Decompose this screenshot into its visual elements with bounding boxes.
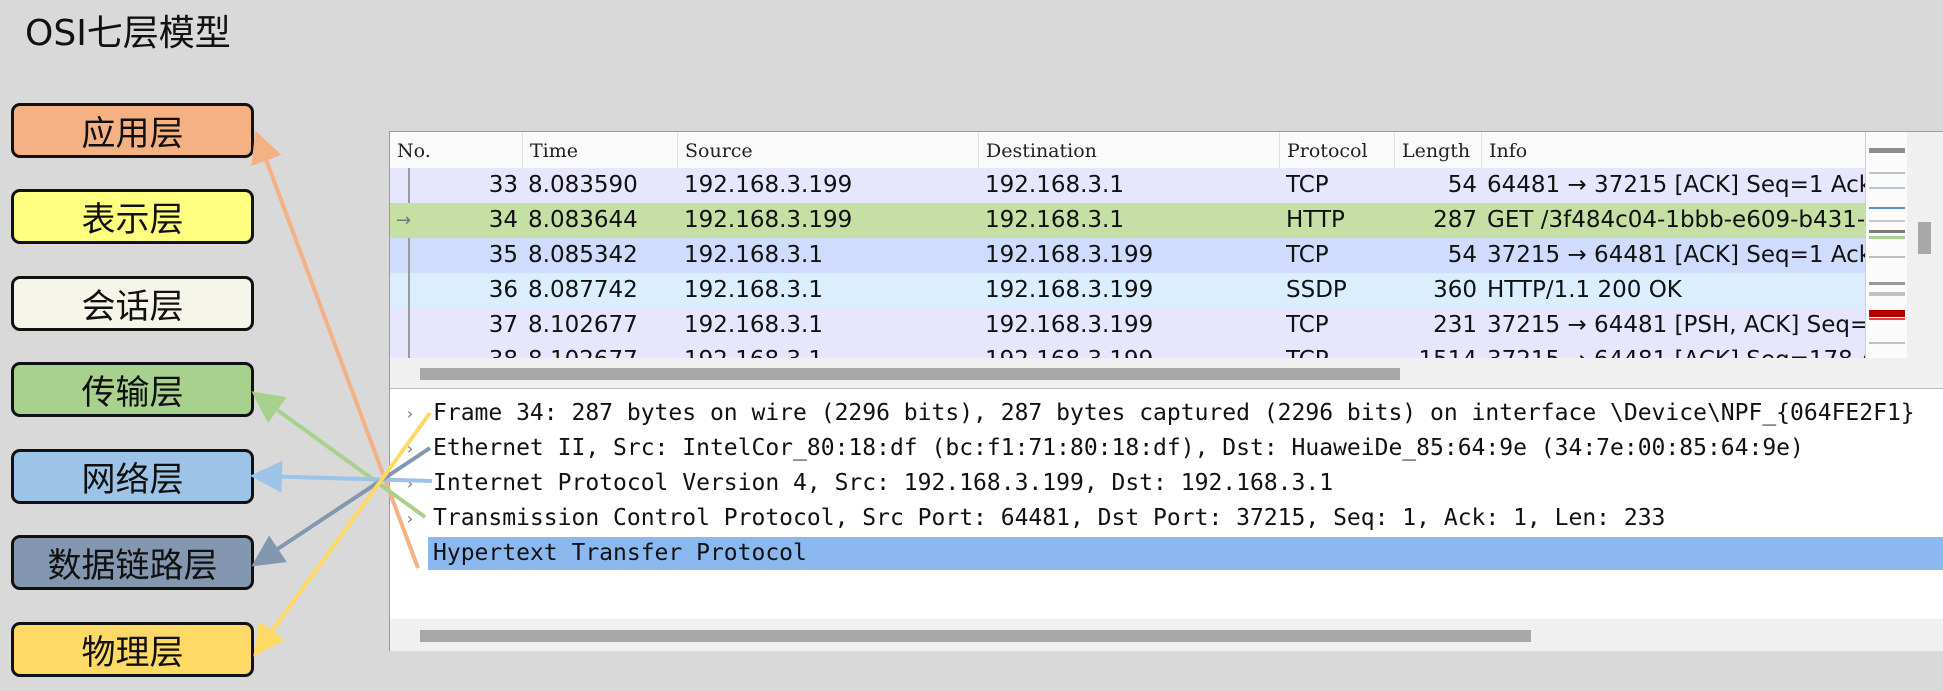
chevron-right-icon[interactable]: › [405, 432, 417, 465]
packet-length: 1514 [1395, 343, 1477, 358]
packet-source: 192.168.3.199 [684, 207, 853, 233]
packet-protocol: TCP [1286, 343, 1395, 358]
packet-no: 37 [488, 312, 518, 338]
detail-tree-item[interactable]: › Ethernet II, Src: IntelCor_80:18:df (bc… [390, 432, 1943, 465]
packet-row[interactable]: 33 8.083590 192.168.3.199 192.168.3.1 TCP 54 6… [390, 168, 1865, 203]
packet-no: 34 [488, 207, 518, 233]
packet-details: › Frame 34: 287 bytes on wire (2296 bits)… [390, 395, 1943, 615]
packet-no: 33 [488, 172, 518, 198]
packet-time: 8.083644 [528, 207, 638, 233]
packet-info: 64481 → 37215 [ACK] Seq=1 Ack=1 Win= [1487, 172, 1865, 198]
packet-length: 231 [1433, 312, 1477, 338]
packet-protocol: HTTP [1286, 207, 1345, 233]
packet-time: 8.102677 [528, 343, 678, 358]
packet-info: GET /3f484c04-1bbb-e609-b431-26cb5d [1487, 207, 1865, 233]
packet-row[interactable]: 37 8.102677 192.168.3.1 192.168.3.199 TCP 231… [390, 308, 1865, 343]
packet-length: 54 [1447, 172, 1477, 198]
osi-layer-5: 网络层 [11, 449, 254, 504]
page-title: OSI七层模型 [25, 13, 231, 54]
packet-info: 37215 → 64481 [ACK] Seq=178 Ack=234 [1487, 343, 1865, 358]
packet-row[interactable]: 35 8.085342 192.168.3.1 192.168.3.199 TCP 54 3… [390, 238, 1865, 273]
detail-tree-item[interactable]: › Internet Protocol Version 4, Src: 192.1… [390, 467, 1943, 500]
packet-info: HTTP/1.1 200 OK [1487, 277, 1682, 303]
wireshark-panel: No. Time Source Destination Protocol Len… [389, 131, 1943, 651]
packet-list: No. Time Source Destination Protocol Len… [390, 132, 1865, 358]
osi-layer-6: 数据链路层 [11, 535, 254, 590]
packet-destination: 192.168.3.199 [985, 312, 1154, 338]
packet-destination: 192.168.3.1 [985, 207, 1124, 233]
osi-layer-4: 传输层 [11, 362, 254, 417]
packet-list-header: No. Time Source Destination Protocol Len… [390, 132, 1865, 169]
packet-destination: 192.168.3.1 [985, 172, 1124, 198]
details-scroll-thumb[interactable] [420, 630, 1531, 642]
column-header-time[interactable]: Time [523, 132, 678, 168]
packet-time: 8.085342 [528, 242, 638, 268]
vertical-scroll-thumb[interactable] [1918, 222, 1931, 254]
packet-no: 38 [390, 343, 518, 358]
chevron-right-icon[interactable]: › [405, 467, 417, 500]
packet-source: 192.168.3.199 [684, 172, 853, 198]
packet-destination: 192.168.3.199 [985, 277, 1154, 303]
packet-source: 192.168.3.1 [684, 312, 823, 338]
column-header-source[interactable]: Source [678, 132, 979, 168]
packet-info: 37215 → 64481 [ACK] Seq=1 Ack=234 W [1487, 242, 1865, 268]
detail-text: Transmission Control Protocol, Src Port:… [433, 505, 1666, 531]
packet-protocol: SSDP [1286, 277, 1347, 303]
packet-protocol: TCP [1286, 172, 1329, 198]
osi-layer-7: 物理层 [11, 622, 254, 677]
detail-tree-item[interactable]: › Frame 34: 287 bytes on wire (2296 bits)… [390, 397, 1943, 430]
column-header-no[interactable]: No. [390, 132, 523, 168]
chevron-right-icon[interactable]: › [405, 397, 417, 430]
chevron-right-icon[interactable]: › [405, 502, 417, 535]
packet-minimap[interactable] [1865, 132, 1908, 358]
packet-time: 8.102677 [528, 312, 638, 338]
osi-layer-2: 表示层 [11, 189, 254, 244]
detail-tree-item[interactable]: › Transmission Control Protocol, Src Port… [390, 502, 1943, 535]
packet-protocol: TCP [1286, 242, 1329, 268]
packet-list-horizontal-scrollbar[interactable] [390, 358, 1943, 389]
packet-row[interactable]: 36 8.087742 192.168.3.1 192.168.3.199 SSDP 36… [390, 273, 1865, 308]
horizontal-scroll-thumb[interactable] [420, 368, 1400, 380]
packet-length: 287 [1433, 207, 1477, 233]
packet-info: 37215 → 64481 [PSH, ACK] Seq=1 Ack= [1487, 312, 1865, 338]
detail-text: Frame 34: 287 bytes on wire (2296 bits),… [433, 400, 1915, 426]
column-header-length[interactable]: Length [1395, 132, 1482, 168]
packet-no: 35 [488, 242, 518, 268]
packet-details-horizontal-scrollbar[interactable] [390, 619, 1943, 651]
detail-tree-item[interactable]: Hypertext Transfer Protocol [428, 537, 1943, 570]
column-header-info[interactable]: Info [1482, 132, 1865, 168]
packet-length: 54 [1447, 242, 1477, 268]
packet-no: 36 [488, 277, 518, 303]
osi-layer-3: 会话层 [11, 276, 254, 331]
detail-text: Ethernet II, Src: IntelCor_80:18:df (bc:… [433, 435, 1804, 461]
detail-text: Internet Protocol Version 4, Src: 192.16… [433, 470, 1334, 496]
packet-row[interactable]: → 34 8.083644 192.168.3.199 192.168.3.1 HTTP 2… [390, 203, 1865, 238]
osi-layer-1: 应用层 [11, 103, 254, 158]
packet-destination: 192.168.3.199 [985, 242, 1154, 268]
packet-source: 192.168.3.1 [684, 277, 823, 303]
packet-source: 192.168.3.1 [684, 343, 979, 358]
packet-list-vertical-scrollbar[interactable] [1907, 132, 1943, 358]
packet-length: 360 [1433, 277, 1477, 303]
packet-time: 8.087742 [528, 277, 638, 303]
packet-protocol: TCP [1286, 312, 1329, 338]
column-header-protocol[interactable]: Protocol [1280, 132, 1395, 168]
column-header-destination[interactable]: Destination [979, 132, 1280, 168]
detail-text: Hypertext Transfer Protocol [433, 540, 807, 566]
packet-row[interactable]: 38 8.102677 192.168.3.1 192.168.3.199 TCP151… [390, 343, 1865, 358]
packet-destination: 192.168.3.199 [985, 343, 1280, 358]
packet-time: 8.083590 [528, 172, 638, 198]
packet-source: 192.168.3.1 [684, 242, 823, 268]
